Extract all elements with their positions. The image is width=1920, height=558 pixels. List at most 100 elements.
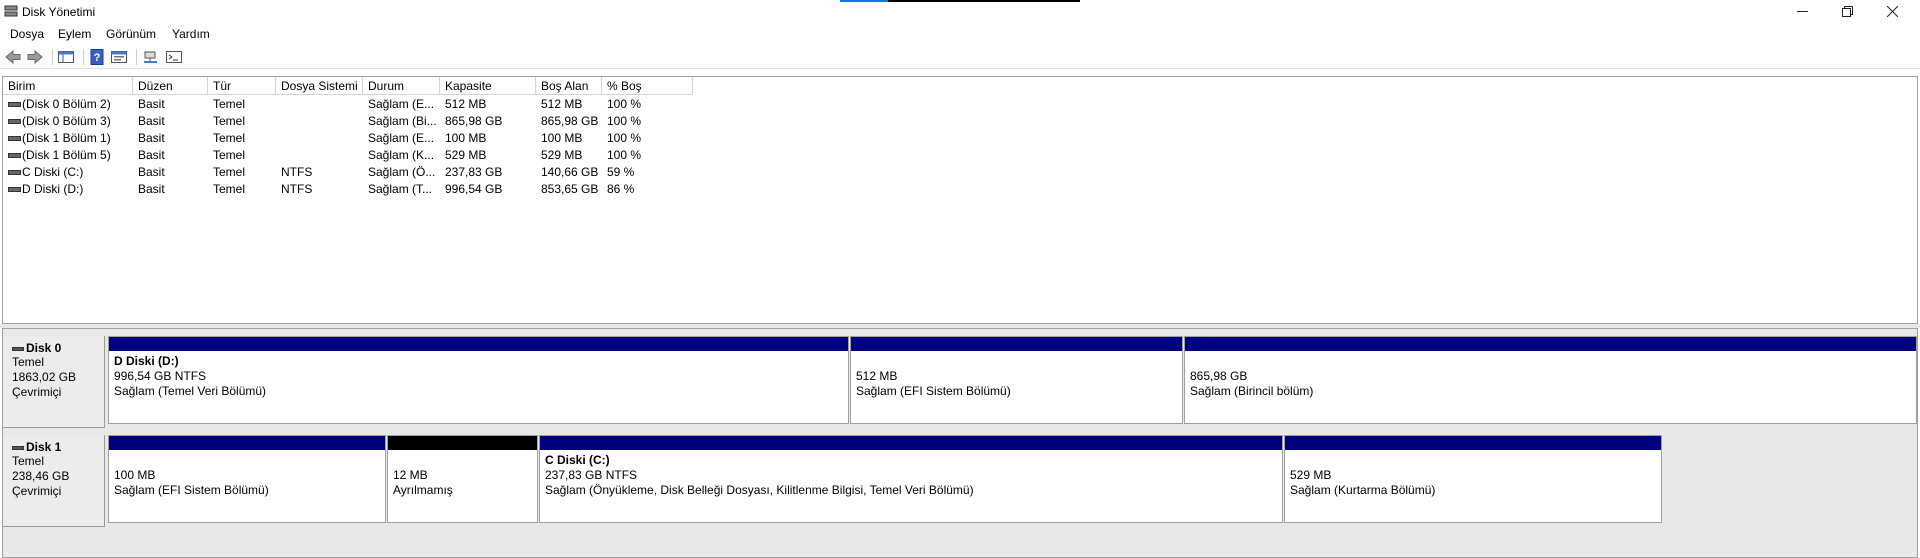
table-cell: Temel: [213, 131, 246, 145]
disk-type: Temel: [12, 355, 45, 369]
column-header-durum[interactable]: Durum: [363, 77, 440, 95]
table-cell: 865,98 GB: [541, 114, 599, 128]
volume-icon: [8, 119, 21, 124]
table-cell: Basit: [138, 148, 165, 162]
partition-name: D Diski (D:): [114, 354, 179, 368]
close-button[interactable]: [1870, 0, 1915, 22]
table-cell: Basit: [138, 182, 165, 196]
table-cell: Temel: [213, 165, 246, 179]
partition-size: 865,98 GB: [1190, 369, 1248, 383]
minimize-icon: [1797, 10, 1808, 12]
disk-icon: [12, 346, 24, 351]
title-accent-blue: [840, 0, 888, 2]
disk-status: Çevrimiçi: [12, 484, 62, 498]
close-icon: [1887, 5, 1898, 17]
table-cell: 100 MB: [445, 131, 487, 145]
volume-icon: [8, 153, 21, 158]
column-header-tur[interactable]: Tür: [208, 77, 276, 95]
connect-icon[interactable]: [143, 49, 159, 65]
volume-icon: [8, 136, 21, 141]
restore-button[interactable]: [1825, 0, 1870, 22]
table-cell: 100 %: [607, 131, 642, 145]
window-title: Disk Yönetimi: [22, 5, 96, 19]
table-row[interactable]: D Diski (D:) Basit Temel NTFS Sağlam (T... 99…: [3, 181, 1917, 198]
disk-row-1: Disk 1 Temel 238,46 GB Çevrimiçi 100 MB …: [3, 435, 1917, 527]
table-cell: 59 %: [607, 165, 635, 179]
menu-gorunum[interactable]: Görünüm: [106, 27, 156, 41]
table-cell: D Diski (D:): [22, 182, 84, 196]
table-cell: 529 MB: [541, 148, 583, 162]
partition-bar: [1185, 337, 1916, 351]
partition-unallocated[interactable]: 12 MB Ayrılmamış: [387, 435, 538, 523]
table-cell: 512 MB: [445, 97, 487, 111]
table-cell: 853,65 GB: [541, 182, 599, 196]
console-icon[interactable]: [166, 49, 182, 65]
partition-status: Sağlam (EFI Sistem Bölümü): [856, 384, 1011, 398]
table-cell: 512 MB: [541, 97, 583, 111]
disk-row-0: Disk 0 Temel 1863,02 GB Çevrimiçi D Disk…: [3, 336, 1917, 428]
partition-d-drive[interactable]: D Diski (D:) 996,54 GB NTFS Sağlam (Teme…: [108, 336, 849, 424]
partition-status: Sağlam (Temel Veri Bölümü): [114, 384, 267, 398]
disk-type: Temel: [12, 454, 45, 468]
table-cell: Basit: [138, 97, 165, 111]
disk-management-icon: [4, 5, 18, 17]
table-cell: Temel: [213, 114, 246, 128]
table-row[interactable]: (Disk 0 Bölüm 2) Basit Temel Sağlam (E... 51…: [3, 96, 1917, 113]
menu-yardim[interactable]: Yardım: [172, 27, 210, 41]
table-cell: Temel: [213, 182, 246, 196]
table-cell: (Disk 1 Bölüm 1): [22, 131, 111, 145]
forward-arrow-icon[interactable]: [27, 49, 43, 65]
table-cell: (Disk 0 Bölüm 2): [22, 97, 111, 111]
table-cell: Temel: [213, 148, 246, 162]
table-row[interactable]: C Diski (C:) Basit Temel NTFS Sağlam (Ö... 23…: [3, 164, 1917, 181]
partition-bar: [1285, 436, 1661, 450]
partition-name: [1190, 354, 1916, 369]
column-header-yuzde-bos[interactable]: % Boş: [602, 77, 693, 95]
table-cell: Sağlam (E...: [368, 131, 435, 145]
toolbar-separator: [52, 49, 53, 65]
disk-name: Disk 1: [26, 440, 62, 454]
table-row[interactable]: (Disk 1 Bölüm 5) Basit Temel Sağlam (K... 52…: [3, 147, 1917, 164]
console-tree-icon[interactable]: [58, 49, 74, 65]
menu-bar: Dosya Eylem Görünüm Yardım: [0, 24, 1920, 44]
table-cell: Basit: [138, 165, 165, 179]
back-arrow-icon[interactable]: [5, 49, 21, 65]
table-cell: 237,83 GB: [445, 165, 503, 179]
partition-bar: [109, 436, 385, 450]
help-icon[interactable]: ?: [89, 49, 105, 65]
partition-recovery[interactable]: 529 MB Sağlam (Kurtarma Bölümü): [1284, 435, 1662, 523]
properties-icon[interactable]: [111, 49, 127, 65]
disk-icon: [12, 445, 24, 450]
partition-name: [1290, 453, 1661, 468]
minimize-button[interactable]: [1780, 0, 1825, 22]
table-cell: 865,98 GB: [445, 114, 503, 128]
column-header-birim[interactable]: Birim: [3, 77, 133, 95]
partition-status: Sağlam (Önyükleme, Disk Belleği Dosyası,…: [545, 483, 974, 497]
partition-primary-disk0[interactable]: 865,98 GB Sağlam (Birincil bölüm): [1184, 336, 1917, 424]
title-bar: Disk Yönetimi: [0, 0, 1920, 24]
toolbar-separator: [83, 49, 84, 65]
partition-status: Sağlam (Birincil bölüm): [1190, 384, 1314, 398]
partition-c-drive[interactable]: C Diski (C:) 237,83 GB NTFS Sağlam (Önyü…: [539, 435, 1283, 523]
column-header-duzen[interactable]: Düzen: [133, 77, 208, 95]
column-header-kapasite[interactable]: Kapasite: [440, 77, 536, 95]
disk-info-0[interactable]: Disk 0 Temel 1863,02 GB Çevrimiçi: [3, 336, 105, 428]
disk-info-1[interactable]: Disk 1 Temel 238,46 GB Çevrimiçi: [3, 435, 105, 527]
disk-status: Çevrimiçi: [12, 385, 62, 399]
menu-eylem[interactable]: Eylem: [58, 27, 91, 41]
volume-icon: [8, 187, 21, 192]
disk-map: Disk 0 Temel 1863,02 GB Çevrimiçi D Disk…: [2, 328, 1918, 558]
table-row[interactable]: (Disk 0 Bölüm 3) Basit Temel Sağlam (Bi... 8…: [3, 113, 1917, 130]
volume-list: Birim Düzen Tür Dosya Sistemi Durum Kapa…: [2, 76, 1918, 324]
column-header-dosya-sistemi[interactable]: Dosya Sistemi: [276, 77, 363, 95]
column-header-bos-alan[interactable]: Boş Alan: [536, 77, 602, 95]
partition-efi-disk1[interactable]: 100 MB Sağlam (EFI Sistem Bölümü): [108, 435, 386, 523]
menu-dosya[interactable]: Dosya: [10, 27, 44, 41]
table-cell: NTFS: [281, 165, 313, 179]
table-cell: Sağlam (Bi...: [368, 114, 437, 128]
table-cell: Temel: [213, 97, 246, 111]
table-row[interactable]: (Disk 1 Bölüm 1) Basit Temel Sağlam (E... 10…: [3, 130, 1917, 147]
partition-efi-disk0[interactable]: 512 MB Sağlam (EFI Sistem Bölümü): [850, 336, 1183, 424]
partition-name: [856, 354, 1182, 369]
partition-name: C Diski (C:): [545, 453, 610, 467]
